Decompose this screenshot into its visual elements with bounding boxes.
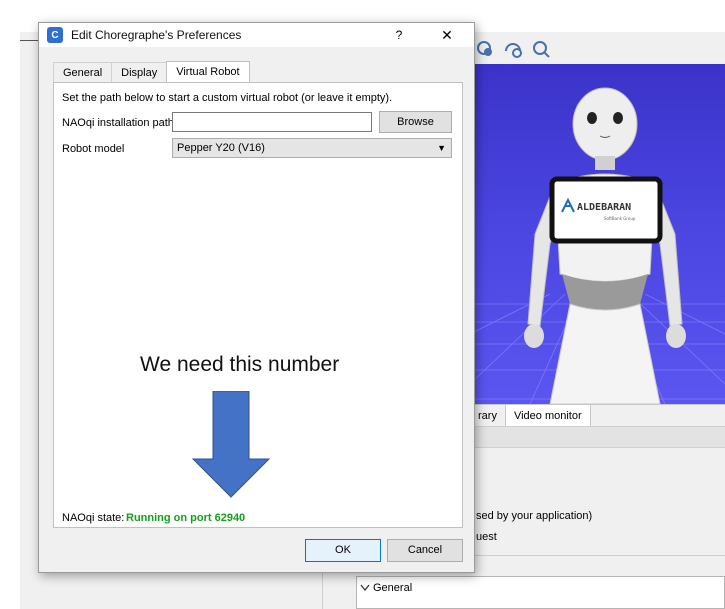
- robot-model-label: Robot model: [62, 143, 125, 155]
- naoqi-state-value: Running on port 62940: [126, 512, 246, 524]
- dropdown-arrow-icon: ▼: [437, 143, 446, 153]
- dialog-title: Edit Choregraphe's Preferences: [71, 28, 242, 42]
- properties-general-section[interactable]: General: [360, 582, 412, 594]
- panel-header: [470, 426, 725, 448]
- naoqi-path-label: NAOqi installation path: [62, 117, 174, 129]
- close-button[interactable]: ✕: [438, 26, 456, 44]
- ok-button[interactable]: OK: [305, 539, 381, 562]
- preferences-dialog: C Edit Choregraphe's Preferences ? ✕ Gen…: [38, 22, 475, 573]
- window-edge-line: [20, 40, 40, 41]
- annotation-text: We need this number: [140, 353, 340, 376]
- tab-video-monitor[interactable]: Video monitor: [504, 405, 591, 427]
- choregraphe-logo-icon: C: [47, 27, 63, 43]
- path-hint-text: Set the path below to start a custom vir…: [62, 92, 393, 104]
- robot-model-value: Pepper Y20 (V16): [177, 142, 265, 154]
- bottom-tabstrip: rary Video monitor: [470, 404, 725, 427]
- cancel-button[interactable]: Cancel: [387, 539, 463, 562]
- viewport-toolbar: [470, 34, 725, 64]
- tablet-brand-subtext: SoftBank Group: [604, 216, 636, 221]
- naoqi-path-input[interactable]: [172, 112, 372, 132]
- background-text-1: sed by your application): [476, 510, 593, 522]
- background-text-2: uest: [476, 531, 497, 543]
- dialog-titlebar: C Edit Choregraphe's Preferences ? ✕: [39, 23, 474, 47]
- pepper-robot-model: ALDEBARAN SoftBank Group: [524, 87, 686, 404]
- robot-model-select[interactable]: Pepper Y20 (V16) ▼: [172, 138, 452, 158]
- tab-display[interactable]: Display: [111, 62, 168, 82]
- robot-search-icon[interactable]: [530, 38, 552, 60]
- chevron-down-icon: [360, 584, 370, 592]
- robot-connect-icon[interactable]: [502, 38, 524, 60]
- tab-general[interactable]: General: [53, 62, 113, 82]
- preferences-tabs: General Display Virtual Robot: [53, 61, 250, 82]
- tab-library[interactable]: rary: [470, 405, 505, 427]
- naoqi-state-label: NAOqi state:: [62, 512, 125, 524]
- tablet-brand-text: ALDEBARAN: [577, 202, 631, 213]
- robot-3d-viewport[interactable]: ALDEBARAN SoftBank Group: [470, 64, 725, 404]
- browse-button[interactable]: Browse: [379, 111, 452, 133]
- properties-general-label: General: [373, 582, 413, 594]
- tab-virtual-robot[interactable]: Virtual Robot: [166, 61, 250, 82]
- help-button[interactable]: ?: [390, 26, 408, 44]
- annotation-down-arrow-icon: [191, 391, 271, 498]
- virtual-robot-panel: Set the path below to start a custom vir…: [53, 82, 463, 528]
- robot-settings-icon[interactable]: [474, 38, 496, 60]
